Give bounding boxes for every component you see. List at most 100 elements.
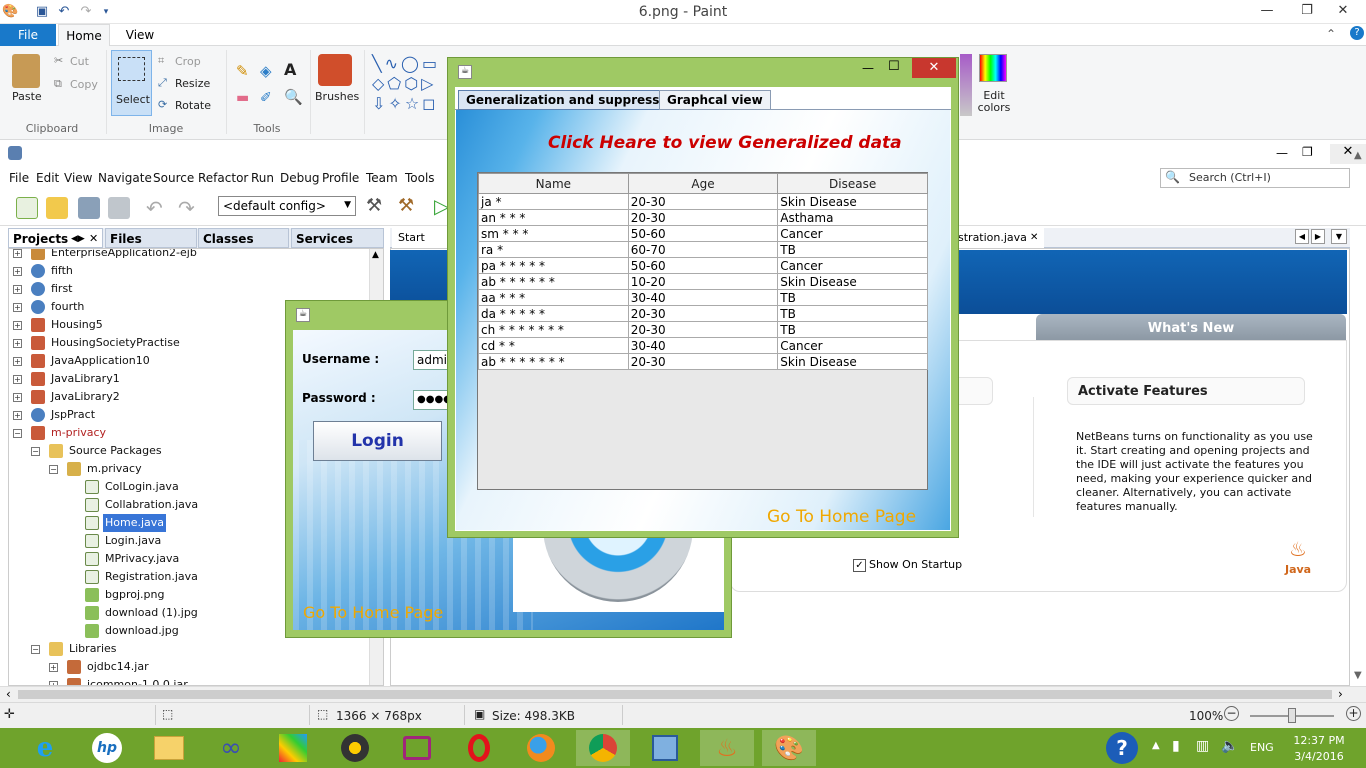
- paste-icon[interactable]: [12, 54, 40, 88]
- new-project-icon[interactable]: [46, 197, 68, 219]
- vscroll-down-icon[interactable]: ▼: [1354, 670, 1362, 681]
- search-input[interactable]: 🔍 Search (Ctrl+I): [1160, 168, 1350, 188]
- media-player-icon[interactable]: [328, 730, 382, 766]
- table-cell[interactable]: 20-30: [627, 193, 779, 210]
- edit-colors-button[interactable]: Edit colors: [974, 90, 1014, 114]
- zoom-slider-thumb[interactable]: [1288, 708, 1296, 723]
- generalized-data-table[interactable]: Name Age Disease ja * 20-30 Skin Disease an…: [477, 172, 928, 490]
- table-cell[interactable]: ra *: [478, 241, 629, 258]
- internet-explorer-icon[interactable]: e: [18, 730, 72, 766]
- tab-files[interactable]: Files: [105, 228, 197, 248]
- tab-close-icon[interactable]: ✕: [1030, 228, 1038, 248]
- table-cell[interactable]: aa * * *: [478, 289, 629, 306]
- table-cell[interactable]: 50-60: [627, 225, 779, 242]
- hp-icon[interactable]: hp: [80, 730, 134, 766]
- magnifier-icon[interactable]: 🔍: [284, 88, 303, 106]
- resize-button[interactable]: Resize: [175, 77, 210, 90]
- table-row[interactable]: ja * 20-30 Skin Disease: [478, 193, 928, 210]
- table-cell[interactable]: 20-30: [627, 321, 779, 338]
- scroll-tabs-left-icon[interactable]: ◀: [1295, 229, 1309, 244]
- horizontal-scrollbar[interactable]: ‹ ›: [0, 686, 1366, 702]
- file-explorer-icon[interactable]: [142, 730, 196, 766]
- table-cell[interactable]: Skin Disease: [777, 193, 928, 210]
- table-cell[interactable]: an * * *: [478, 209, 629, 226]
- tab-view[interactable]: View: [114, 24, 166, 46]
- java-icon[interactable]: ♨: [700, 730, 754, 766]
- copy-button[interactable]: Copy: [70, 78, 98, 91]
- cut-button[interactable]: Cut: [70, 55, 89, 68]
- tab-classes[interactable]: Classes: [198, 228, 289, 248]
- login-home-link[interactable]: Go To Home Page: [303, 603, 443, 622]
- menu-profile[interactable]: Profile: [322, 171, 359, 185]
- table-cell[interactable]: 20-30: [627, 305, 779, 322]
- expand-icon[interactable]: +: [13, 249, 22, 258]
- table-cell[interactable]: 30-40: [627, 337, 779, 354]
- crop-button[interactable]: Crop: [175, 55, 201, 68]
- tree-node[interactable]: + first: [9, 280, 369, 298]
- table-cell[interactable]: Cancer: [777, 257, 928, 274]
- menu-view[interactable]: View: [64, 171, 92, 185]
- color-picker-icon[interactable]: ✐: [260, 90, 272, 106]
- zoom-in-button[interactable]: +: [1346, 706, 1361, 721]
- table-cell[interactable]: Cancer: [777, 337, 928, 354]
- nb-minimize-button[interactable]: —: [1276, 146, 1288, 160]
- nb-redo-icon[interactable]: ↷: [178, 196, 195, 220]
- close-button[interactable]: ✕: [1320, 0, 1366, 22]
- help-support-icon[interactable]: ?: [1106, 732, 1138, 764]
- menu-edit[interactable]: Edit: [36, 171, 59, 185]
- clock-date[interactable]: 3/4/2016: [1292, 750, 1346, 763]
- dialog-close-button[interactable]: ✕: [912, 58, 956, 78]
- table-cell[interactable]: 30-40: [627, 289, 779, 306]
- opera-icon[interactable]: [452, 730, 506, 766]
- nb-restore-button[interactable]: ❐: [1302, 145, 1313, 159]
- expand-icon[interactable]: +: [13, 267, 22, 276]
- paint-icon[interactable]: 🎨: [762, 730, 816, 766]
- table-cell[interactable]: 20-30: [627, 353, 779, 370]
- menu-team[interactable]: Team: [366, 171, 398, 185]
- brushes-button[interactable]: Brushes: [315, 90, 359, 103]
- puzzle-icon[interactable]: [266, 730, 320, 766]
- expand-icon[interactable]: +: [49, 663, 58, 672]
- table-cell[interactable]: TB: [777, 289, 928, 306]
- tree-node[interactable]: + ojdbc14.jar: [9, 658, 369, 676]
- table-row[interactable]: da * * * * * 20-30 TB: [478, 305, 928, 322]
- table-cell[interactable]: 20-30: [627, 209, 779, 226]
- tab-home[interactable]: Home: [58, 24, 110, 46]
- zoom-out-button[interactable]: −: [1224, 706, 1239, 721]
- expand-icon[interactable]: +: [13, 393, 22, 402]
- menu-refactor[interactable]: Refactor: [198, 171, 248, 185]
- table-row[interactable]: ab * * * * * * 10-20 Skin Disease: [478, 273, 928, 290]
- tab-file[interactable]: File: [0, 24, 56, 46]
- help-icon[interactable]: ?: [1350, 26, 1364, 40]
- collapse-icon[interactable]: −: [31, 447, 40, 456]
- paste-button[interactable]: Paste: [12, 90, 42, 103]
- column-header-age[interactable]: Age: [627, 173, 779, 194]
- text-icon[interactable]: A: [284, 60, 296, 79]
- config-select[interactable]: <default config> ▼: [218, 196, 356, 216]
- whats-new-tab[interactable]: What's New: [1036, 314, 1346, 342]
- expand-icon[interactable]: +: [13, 339, 22, 348]
- expand-icon[interactable]: +: [13, 285, 22, 294]
- table-cell[interactable]: ab * * * * * * *: [478, 353, 629, 370]
- table-cell[interactable]: pa * * * * *: [478, 257, 629, 274]
- scroll-tabs-right-icon[interactable]: ▶: [1311, 229, 1325, 244]
- select-button[interactable]: Select: [111, 50, 152, 116]
- column-header-name[interactable]: Name: [478, 173, 629, 194]
- dialog-maximize-button[interactable]: ☐: [888, 59, 900, 74]
- table-cell[interactable]: ab * * * * * *: [478, 273, 629, 290]
- table-row[interactable]: aa * * * 30-40 TB: [478, 289, 928, 306]
- tab-menu-icon[interactable]: ◀▶: [71, 229, 85, 249]
- virtualbox-icon[interactable]: [638, 730, 692, 766]
- expand-icon[interactable]: +: [13, 411, 22, 420]
- view-generalized-link[interactable]: Click Heare to view Generalized data: [548, 133, 902, 153]
- tree-node[interactable]: + EnterpriseApplication2-ejb: [9, 249, 369, 262]
- scroll-thumb[interactable]: [18, 690, 1332, 699]
- clock-time[interactable]: 12:37 PM: [1292, 734, 1346, 747]
- eraser-icon[interactable]: ▬: [236, 90, 249, 106]
- expand-icon[interactable]: +: [13, 321, 22, 330]
- vscroll-up-icon[interactable]: ▲: [1354, 150, 1362, 161]
- tab-generalization[interactable]: Generalization and suppression: [458, 90, 689, 110]
- remote-desktop-icon[interactable]: [390, 730, 444, 766]
- show-hidden-icons[interactable]: ▲: [1152, 740, 1160, 751]
- expand-icon[interactable]: +: [13, 375, 22, 384]
